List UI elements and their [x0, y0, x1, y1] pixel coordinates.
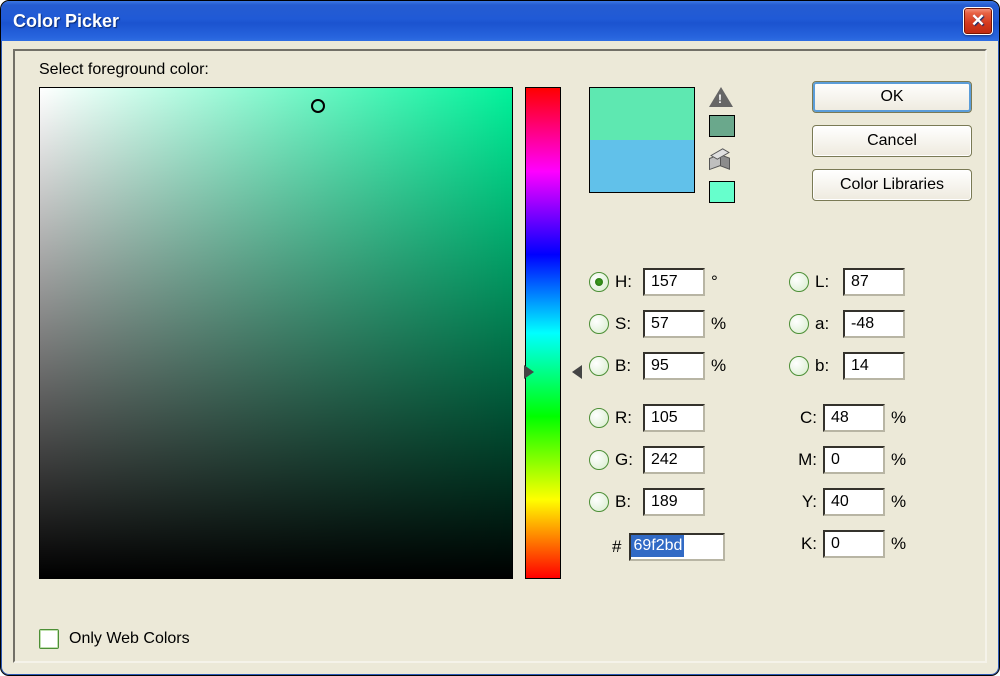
row-b-y: B: Y: %	[589, 481, 969, 523]
only-web-colors-group: Only Web Colors	[39, 629, 190, 649]
close-button[interactable]: ✕	[963, 7, 993, 35]
radio-r[interactable]	[589, 408, 609, 428]
websafe-warning-icon[interactable]	[709, 151, 731, 173]
label-y: Y:	[789, 492, 817, 512]
swatch-new-color[interactable]	[590, 88, 694, 140]
suffix-h: °	[711, 272, 735, 292]
input-k[interactable]	[823, 530, 885, 558]
radio-g[interactable]	[589, 450, 609, 470]
only-web-colors-label: Only Web Colors	[69, 630, 190, 648]
suffix-y: %	[891, 492, 915, 512]
input-g[interactable]	[643, 446, 705, 474]
input-hex[interactable]: 69f2bd	[629, 533, 725, 561]
hue-slider[interactable]	[525, 87, 561, 579]
label-rgb-b: B:	[615, 492, 643, 512]
color-libraries-button[interactable]: Color Libraries	[812, 169, 972, 201]
window-title: Color Picker	[13, 11, 119, 32]
cancel-button[interactable]: Cancel	[812, 125, 972, 157]
input-lab-b[interactable]	[843, 352, 905, 380]
ok-button[interactable]: OK	[812, 81, 972, 113]
right-column: OK Cancel Color Libraries H: °	[589, 87, 969, 579]
input-y[interactable]	[823, 488, 885, 516]
label-hsb-b: B:	[615, 356, 643, 376]
hue-pointer-right-icon	[572, 365, 582, 379]
hex-label: #	[612, 537, 621, 557]
select-color-label: Select foreground color:	[39, 61, 209, 79]
color-picker-window: Color Picker ✕ Select foreground color:	[0, 0, 1000, 676]
input-r[interactable]	[643, 404, 705, 432]
radio-hsb-b[interactable]	[589, 356, 609, 376]
hex-group: # 69f2bd	[588, 533, 725, 561]
preview-row: OK Cancel Color Libraries	[589, 87, 969, 203]
radio-l[interactable]	[789, 272, 809, 292]
saturation-value-field[interactable]	[39, 87, 513, 579]
row-h-l: H: ° L:	[589, 261, 969, 303]
label-h: H:	[615, 272, 643, 292]
radio-lab-b[interactable]	[789, 356, 809, 376]
input-m[interactable]	[823, 446, 885, 474]
label-r: R:	[615, 408, 643, 428]
row-g-m: G: M: %	[589, 439, 969, 481]
radio-a[interactable]	[789, 314, 809, 334]
input-s[interactable]	[643, 310, 705, 338]
gamut-swatch[interactable]	[709, 115, 735, 137]
gamut-warning-icon[interactable]	[709, 87, 733, 107]
input-c[interactable]	[823, 404, 885, 432]
action-buttons: OK Cancel Color Libraries	[812, 81, 972, 201]
label-c: C:	[789, 408, 817, 428]
main-layout: OK Cancel Color Libraries H: °	[39, 87, 969, 579]
label-k: K:	[789, 534, 817, 554]
radio-h[interactable]	[589, 272, 609, 292]
suffix-c: %	[891, 408, 915, 428]
input-l[interactable]	[843, 268, 905, 296]
input-h[interactable]	[643, 268, 705, 296]
swatch-old-color[interactable]	[590, 140, 694, 192]
row-b-b: B: % b:	[589, 345, 969, 387]
websafe-swatch[interactable]	[709, 181, 735, 203]
input-hsb-b[interactable]	[643, 352, 705, 380]
row-r-c: R: C: %	[589, 397, 969, 439]
label-lab-b: b:	[815, 356, 843, 376]
label-m: M:	[789, 450, 817, 470]
hue-column	[525, 87, 561, 579]
sv-marker-icon	[311, 99, 325, 113]
only-web-colors-checkbox[interactable]	[39, 629, 59, 649]
input-rgb-b[interactable]	[643, 488, 705, 516]
suffix-s: %	[711, 314, 735, 334]
row-s-a: S: % a:	[589, 303, 969, 345]
input-a[interactable]	[843, 310, 905, 338]
warning-icons-column	[709, 87, 735, 203]
close-icon: ✕	[971, 11, 985, 31]
radio-s[interactable]	[589, 314, 609, 334]
row-hex-k: # 69f2bd K: %	[589, 523, 969, 565]
radio-rgb-b[interactable]	[589, 492, 609, 512]
label-s: S:	[615, 314, 643, 334]
color-fields: H: ° L: S:	[589, 261, 969, 565]
client-area: Select foreground color:	[13, 49, 987, 663]
label-l: L:	[815, 272, 843, 292]
titlebar: Color Picker ✕	[1, 1, 999, 41]
color-swatch	[589, 87, 695, 193]
suffix-hsb-b: %	[711, 356, 735, 376]
label-a: a:	[815, 314, 843, 334]
suffix-k: %	[891, 534, 915, 554]
label-g: G:	[615, 450, 643, 470]
hue-pointer-left-icon	[524, 365, 534, 379]
suffix-m: %	[891, 450, 915, 470]
